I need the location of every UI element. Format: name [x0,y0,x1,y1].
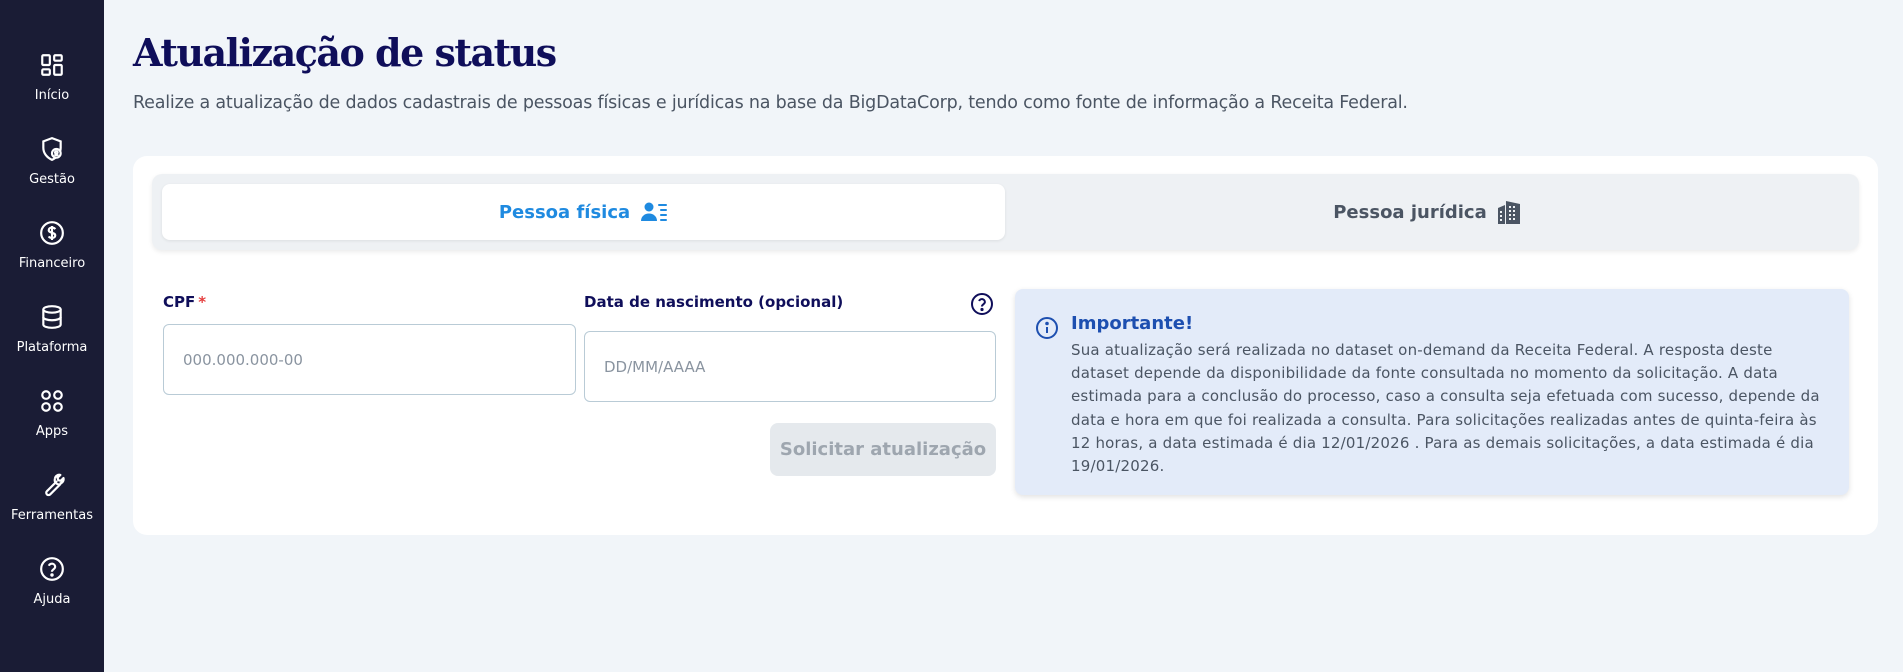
sidebar-item-financeiro[interactable]: Financeiro [0,198,104,271]
solicitar-atualizacao-button[interactable]: Solicitar atualização [770,423,996,476]
status-update-card: Pessoa física Pessoa jurídica CPF* Data … [133,156,1878,535]
apps-grid-icon [38,388,66,414]
info-title: Importante! [1071,313,1194,334]
cpf-label-text: CPF [163,293,196,311]
info-icon [1035,316,1059,340]
sidebar: Início Gestão Financeiro Plataforma Apps… [0,0,104,672]
building-icon [1497,199,1521,225]
page-subtitle: Realize a atualização de dados cadastrai… [133,93,1408,113]
sidebar-item-label: Apps [35,424,69,439]
dollar-icon [38,220,66,246]
required-asterisk: * [198,293,207,311]
birth-date-input[interactable] [584,331,996,402]
person-type-tabs: Pessoa física Pessoa jurídica [152,174,1859,250]
sidebar-item-label: Ferramentas [11,508,93,523]
cpf-label: CPF * [163,293,206,311]
sidebar-item-gestao[interactable]: Gestão [0,114,104,187]
sidebar-item-label: Gestão [29,172,75,187]
question-circle-icon[interactable] [970,292,994,316]
wrench-icon [38,472,66,498]
person-list-icon [640,201,668,223]
info-text: Sua atualização será realizada no datase… [1071,341,1820,476]
help-icon [38,556,66,582]
database-icon [38,304,66,330]
birth-date-label: Data de nascimento (opcional) [584,293,844,311]
shield-user-icon [38,136,66,162]
tab-label: Pessoa física [498,201,631,223]
sidebar-item-inicio[interactable]: Início [0,30,104,103]
sidebar-item-ferramentas[interactable]: Ferramentas [0,450,104,523]
page-title: Atualização de status [133,30,557,75]
sidebar-item-label: Plataforma [16,340,88,355]
sidebar-item-apps[interactable]: Apps [0,366,104,439]
sidebar-item-plataforma[interactable]: Plataforma [0,282,104,355]
cpf-input[interactable] [163,324,576,395]
sidebar-item-ajuda[interactable]: Ajuda [0,534,104,607]
dashboard-icon [38,52,66,78]
sidebar-item-label: Início [34,88,70,103]
sidebar-item-label: Financeiro [18,256,86,271]
tab-pessoa-fisica[interactable]: Pessoa física [162,184,1005,240]
tab-pessoa-juridica[interactable]: Pessoa jurídica [1005,184,1849,240]
sidebar-item-label: Ajuda [33,592,71,607]
tab-label: Pessoa jurídica [1333,201,1487,223]
important-info-box: Importante! Sua atualização será realiza… [1015,289,1849,495]
